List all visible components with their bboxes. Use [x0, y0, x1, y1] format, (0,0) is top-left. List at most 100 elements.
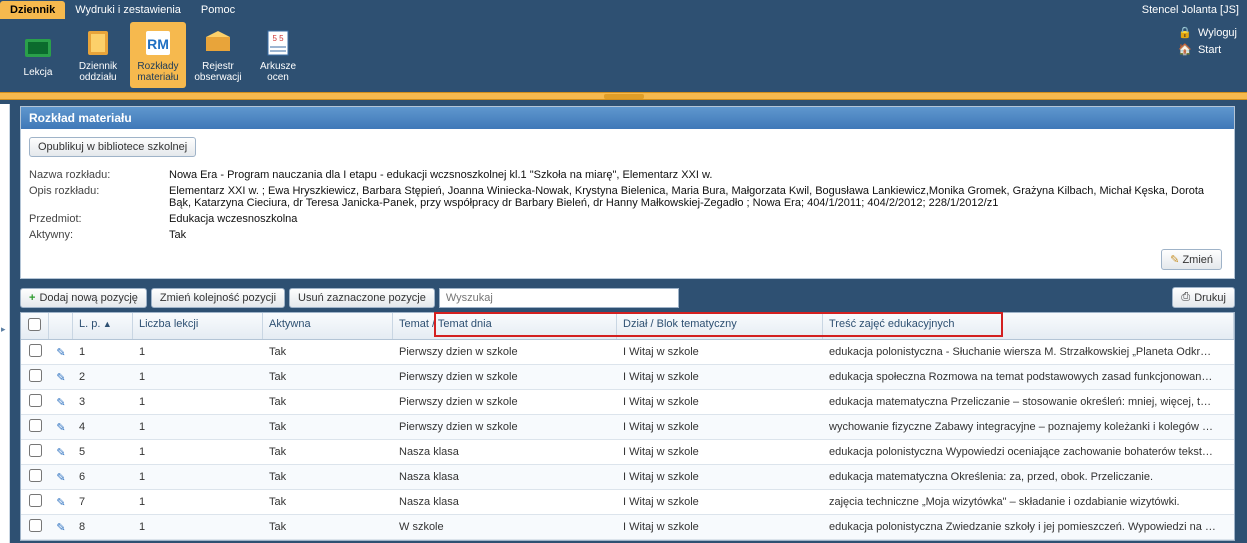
- cell-temat: Pierwszy dzien w szkole: [393, 367, 617, 387]
- row-edit-button[interactable]: ✎: [49, 517, 73, 538]
- cell-dzial: I Witaj w szkole: [617, 492, 823, 512]
- delete-selected-button[interactable]: Usuń zaznaczone pozycje: [289, 288, 435, 308]
- pencil-icon: ✎: [1170, 254, 1179, 266]
- ribbon-dziennik-oddziału[interactable]: Dziennikoddziału: [70, 22, 126, 88]
- pencil-icon: ✎: [56, 522, 65, 534]
- row-checkbox[interactable]: [21, 415, 49, 439]
- ribbon-icon-2: RM: [142, 27, 174, 59]
- logout-link[interactable]: 🔒Wyloguj: [1178, 24, 1237, 41]
- svg-text:5 5: 5 5: [272, 34, 284, 43]
- grid-header-row: L. p. Liczba lekcji Aktywna Temat / Tema…: [21, 313, 1234, 340]
- cell-liczba: 1: [133, 342, 263, 362]
- cell-aktywna: Tak: [263, 442, 393, 462]
- cell-aktywna: Tak: [263, 467, 393, 487]
- top-tab-0[interactable]: Dziennik: [0, 1, 65, 19]
- pencil-icon: ✎: [56, 472, 65, 484]
- row-edit-button[interactable]: ✎: [49, 367, 73, 388]
- ribbon-rejestr-obserwacji[interactable]: Rejestrobserwacji: [190, 22, 246, 88]
- svg-text:RM: RM: [147, 36, 169, 52]
- pencil-icon: ✎: [56, 447, 65, 459]
- row-edit-button[interactable]: ✎: [49, 442, 73, 463]
- row-checkbox[interactable]: [21, 390, 49, 414]
- cell-lp: 5: [73, 442, 133, 462]
- ribbon-arkusze-ocen[interactable]: 5 5Arkuszeocen: [250, 22, 306, 88]
- change-button[interactable]: ✎ Zmień: [1161, 249, 1222, 270]
- publish-button[interactable]: Opublikuj w bibliotece szkolnej: [29, 137, 196, 157]
- table-row[interactable]: ✎61TakNasza klasaI Witaj w szkoleedukacj…: [21, 465, 1234, 490]
- col-select-all[interactable]: [21, 313, 49, 339]
- ribbon-icon-3: [202, 27, 234, 59]
- table-row[interactable]: ✎81TakW szkoleI Witaj w szkoleedukacja p…: [21, 515, 1234, 540]
- table-row[interactable]: ✎51TakNasza klasaI Witaj w szkoleedukacj…: [21, 440, 1234, 465]
- pencil-icon: ✎: [56, 347, 65, 359]
- start-link[interactable]: 🏠Start: [1178, 41, 1237, 58]
- label-nazwa: Nazwa rozkładu:: [29, 169, 169, 181]
- table-row[interactable]: ✎31TakPierwszy dzien w szkoleI Witaj w s…: [21, 390, 1234, 415]
- row-edit-button[interactable]: ✎: [49, 342, 73, 363]
- ribbon-icon-4: 5 5: [262, 27, 294, 59]
- top-tab-2[interactable]: Pomoc: [191, 1, 245, 19]
- ribbon-rozkłady-materiału[interactable]: RMRozkładymateriału: [130, 22, 186, 88]
- splitter-handle[interactable]: [0, 92, 1247, 100]
- cell-lp: 4: [73, 417, 133, 437]
- left-pane-expand[interactable]: [0, 104, 10, 543]
- row-checkbox[interactable]: [21, 490, 49, 514]
- reorder-button[interactable]: Zmień kolejność pozycji: [151, 288, 285, 308]
- top-tab-1[interactable]: Wydruki i zestawienia: [65, 1, 191, 19]
- cell-temat: Pierwszy dzien w szkole: [393, 342, 617, 362]
- row-checkbox[interactable]: [21, 440, 49, 464]
- col-dzial[interactable]: Dział / Blok tematyczny: [617, 313, 823, 339]
- cell-temat: Nasza klasa: [393, 467, 617, 487]
- label-przedmiot: Przedmiot:: [29, 213, 169, 225]
- row-edit-button[interactable]: ✎: [49, 417, 73, 438]
- table-row[interactable]: ✎41TakPierwszy dzien w szkoleI Witaj w s…: [21, 415, 1234, 440]
- ribbon-lekcja[interactable]: Lekcja: [10, 22, 66, 88]
- row-checkbox[interactable]: [21, 515, 49, 539]
- pencil-icon: ✎: [56, 497, 65, 509]
- pencil-icon: ✎: [56, 422, 65, 434]
- cell-dzial: I Witaj w szkole: [617, 517, 823, 537]
- cell-dzial: I Witaj w szkole: [617, 342, 823, 362]
- col-tresc[interactable]: Treść zajęć edukacyjnych: [823, 313, 1234, 339]
- current-user: Stencel Jolanta [JS]: [1142, 4, 1247, 16]
- table-row[interactable]: ✎71TakNasza klasaI Witaj w szkolezajęcia…: [21, 490, 1234, 515]
- row-edit-button[interactable]: ✎: [49, 492, 73, 513]
- col-liczba[interactable]: Liczba lekcji: [133, 313, 263, 339]
- cell-temat: Nasza klasa: [393, 492, 617, 512]
- cell-temat: Pierwszy dzien w szkole: [393, 392, 617, 412]
- cell-temat: W szkole: [393, 517, 617, 537]
- row-checkbox[interactable]: [21, 465, 49, 489]
- add-row-button[interactable]: +Dodaj nową pozycję: [20, 288, 147, 308]
- items-grid: L. p. Liczba lekcji Aktywna Temat / Tema…: [20, 312, 1235, 541]
- cell-liczba: 1: [133, 517, 263, 537]
- row-checkbox[interactable]: [21, 365, 49, 389]
- print-button[interactable]: ⎙Drukuj: [1172, 287, 1235, 308]
- search-input[interactable]: [439, 288, 679, 308]
- cell-dzial: I Witaj w szkole: [617, 467, 823, 487]
- label-opis: Opis rozkładu:: [29, 185, 169, 209]
- cell-lp: 7: [73, 492, 133, 512]
- col-aktywna[interactable]: Aktywna: [263, 313, 393, 339]
- value-aktywny: Tak: [169, 229, 1226, 241]
- home-icon: 🏠: [1178, 43, 1192, 56]
- table-row[interactable]: ✎21TakPierwszy dzien w szkoleI Witaj w s…: [21, 365, 1234, 390]
- col-lp[interactable]: L. p.: [73, 313, 133, 339]
- value-opis: Elementarz XXI w. ; Ewa Hryszkiewicz, Ba…: [169, 185, 1226, 209]
- cell-dzial: I Witaj w szkole: [617, 442, 823, 462]
- cell-aktywna: Tak: [263, 392, 393, 412]
- plus-icon: +: [29, 292, 35, 304]
- cell-liczba: 1: [133, 442, 263, 462]
- table-row[interactable]: ✎11TakPierwszy dzien w szkoleI Witaj w s…: [21, 340, 1234, 365]
- cell-temat: Nasza klasa: [393, 442, 617, 462]
- cell-lp: 8: [73, 517, 133, 537]
- ribbon-icon-1: [82, 27, 114, 59]
- col-temat[interactable]: Temat / Temat dnia: [393, 313, 617, 339]
- cell-tresc: zajęcia techniczne „Moja wizytówka" – sk…: [823, 492, 1234, 512]
- row-edit-button[interactable]: ✎: [49, 467, 73, 488]
- row-checkbox[interactable]: [21, 340, 49, 364]
- row-edit-button[interactable]: ✎: [49, 392, 73, 413]
- cell-aktywna: Tak: [263, 492, 393, 512]
- cell-aktywna: Tak: [263, 517, 393, 537]
- cell-tresc: edukacja matematyczna Przeliczanie – sto…: [823, 392, 1234, 412]
- cell-lp: 6: [73, 467, 133, 487]
